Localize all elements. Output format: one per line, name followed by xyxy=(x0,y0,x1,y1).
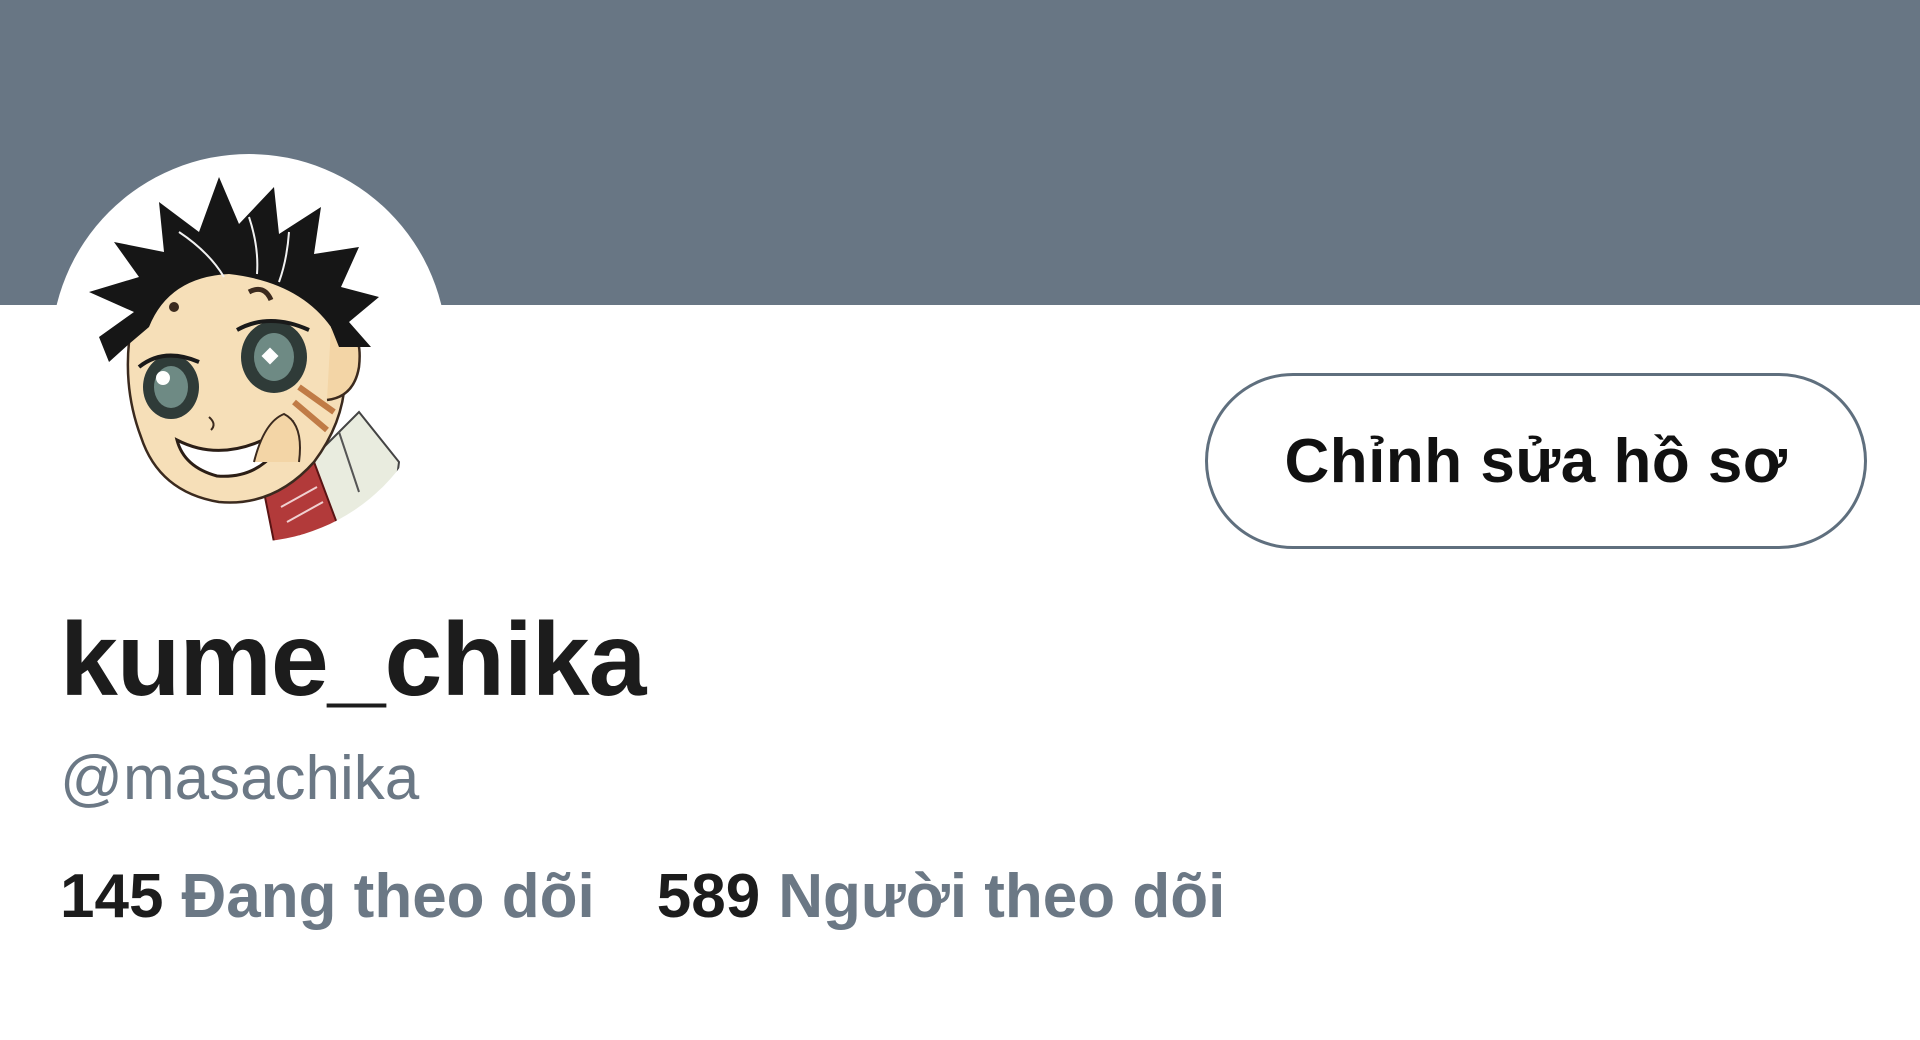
edit-profile-button[interactable]: Chỉnh sửa hồ sơ xyxy=(1205,373,1867,549)
following-count: 145 xyxy=(60,862,164,931)
followers-count: 589 xyxy=(656,862,761,931)
followers-label: Người theo dõi xyxy=(778,862,1226,931)
profile-handle: @masachika xyxy=(60,744,420,813)
following-link[interactable]: 145 Đang theo dõi xyxy=(60,866,595,928)
avatar[interactable] xyxy=(59,162,439,542)
profile-stats: 145 Đang theo dõi 589 Người theo dõi xyxy=(60,866,1287,928)
profile-display-name: kume_chika xyxy=(60,602,646,718)
followers-link[interactable]: 589 Người theo dõi xyxy=(657,866,1226,928)
edit-profile-button-label: Chỉnh sửa hồ sơ xyxy=(1284,426,1788,496)
avatar-illustration xyxy=(89,177,401,542)
following-label: Đang theo dõi xyxy=(181,862,595,931)
